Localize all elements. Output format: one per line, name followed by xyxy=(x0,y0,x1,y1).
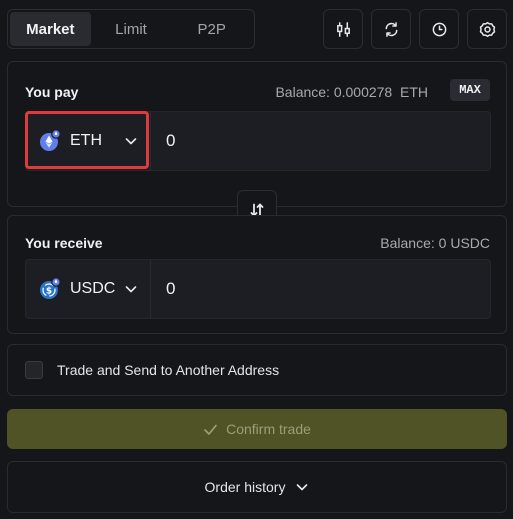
usdc-token-icon: $ xyxy=(40,277,61,299)
svg-text:$: $ xyxy=(46,287,52,297)
chart-settings-icon xyxy=(336,21,350,37)
order-history-label: Order history xyxy=(204,479,286,495)
send-to-address-checkbox[interactable] xyxy=(25,361,43,379)
pay-token-selector[interactable]: ETH xyxy=(26,112,151,170)
confirm-trade-label: Confirm trade xyxy=(226,421,311,437)
tab-market[interactable]: Market xyxy=(10,12,91,46)
pay-balance: Balance: 0.000278 ETH xyxy=(275,84,428,100)
pay-input-row: ETH 0 xyxy=(25,111,491,171)
pay-label: You pay xyxy=(25,84,79,100)
tab-limit[interactable]: Limit xyxy=(91,12,172,46)
receive-label: You receive xyxy=(25,235,103,251)
pay-amount-input[interactable]: 0 xyxy=(166,112,175,170)
receive-amount-input[interactable]: 0 xyxy=(166,260,175,318)
eth-token-icon xyxy=(40,129,61,151)
order-history-toggle[interactable]: Order history xyxy=(7,461,507,513)
pay-balance-unit: ETH xyxy=(400,84,428,100)
receive-token-selector[interactable]: $ USDC xyxy=(26,260,151,318)
pay-balance-value: Balance: 0.000278 xyxy=(275,84,393,100)
receive-token-symbol: USDC xyxy=(70,280,116,297)
receive-panel: You receive Balance: 0 USDC $ USDC 0 xyxy=(7,215,507,334)
max-button[interactable]: MAX xyxy=(450,79,490,101)
confirm-trade-button[interactable]: Confirm trade xyxy=(7,409,507,449)
refresh-icon xyxy=(385,21,397,37)
history-button[interactable] xyxy=(419,9,459,49)
history-clock-icon xyxy=(432,22,446,36)
checkmark-icon xyxy=(204,424,217,435)
send-to-address-option: Trade and Send to Another Address xyxy=(7,344,507,396)
chevron-down-icon xyxy=(125,138,137,145)
chevron-down-icon xyxy=(297,484,308,491)
send-to-address-label: Trade and Send to Another Address xyxy=(57,362,280,378)
chevron-down-icon xyxy=(125,286,137,293)
order-type-tabs: Market Limit P2P xyxy=(7,9,255,49)
tab-p2p[interactable]: P2P xyxy=(171,12,252,46)
pay-token-symbol: ETH xyxy=(70,132,102,149)
chart-settings-button[interactable] xyxy=(323,9,363,49)
pay-panel: You pay Balance: 0.000278 ETH MAX ETH 0 xyxy=(7,61,507,207)
settings-button[interactable] xyxy=(467,9,507,49)
receive-balance: Balance: 0 USDC xyxy=(380,235,490,251)
refresh-button[interactable] xyxy=(371,9,411,49)
gear-icon xyxy=(479,21,495,37)
receive-input-row: $ USDC 0 xyxy=(25,259,491,319)
